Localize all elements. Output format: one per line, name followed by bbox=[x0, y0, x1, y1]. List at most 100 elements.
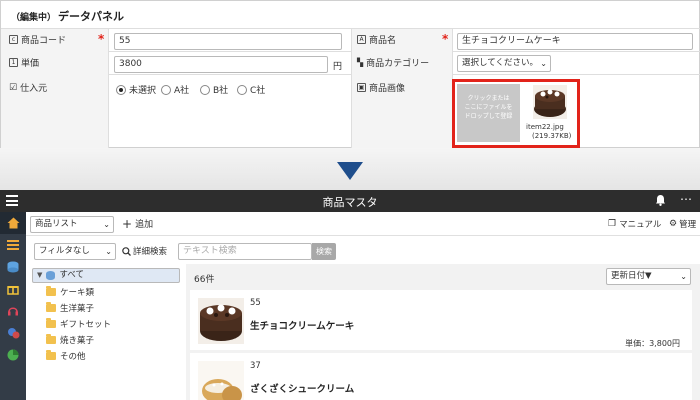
database-icon bbox=[46, 271, 56, 280]
users-icon[interactable] bbox=[0, 322, 26, 344]
tree-label: ケーキ類 bbox=[60, 287, 95, 298]
folder-icon bbox=[46, 333, 56, 344]
radio-label: 未選択 bbox=[129, 86, 157, 96]
category-label: ▚ 商品カテゴリー bbox=[357, 58, 430, 69]
list-view-select[interactable]: 商品リスト ⌄ bbox=[30, 216, 114, 233]
category-tree: ▼ すべて ケーキ類 生洋菓子 ギフトセット 焼き菓子 その他 bbox=[32, 268, 182, 400]
gear-icon: ⚙ bbox=[669, 219, 678, 229]
sort-select[interactable]: 更新日付▼ ⌄ bbox=[606, 268, 691, 285]
filter-select[interactable]: フィルタなし ⌄ bbox=[34, 243, 116, 260]
app-window: 商品マスタ ⋯ 商品リスト ⌄ + 追加 ❐ マニュアル ⚙ 管理 フィルタなし… bbox=[0, 190, 700, 400]
detail-search-label: 詳細検索 bbox=[133, 247, 168, 257]
product-code-field[interactable]: 55 bbox=[114, 33, 342, 50]
bell-icon[interactable] bbox=[655, 194, 666, 209]
list-item[interactable]: 37 ざくざくシュークリーム bbox=[190, 353, 692, 400]
search-icon bbox=[122, 246, 131, 256]
panel-title-text: データパネル bbox=[58, 10, 125, 23]
required-mark: * bbox=[442, 32, 449, 46]
product-name: ざくざくシュークリーム bbox=[250, 384, 355, 395]
image-icon: ▣ bbox=[357, 83, 366, 92]
tree-label: 焼き菓子 bbox=[60, 335, 95, 346]
add-button[interactable]: + 追加 bbox=[122, 217, 154, 231]
supplier-radio-none[interactable]: 未選択 bbox=[116, 83, 156, 96]
manual-link[interactable]: ❐ マニュアル bbox=[608, 218, 661, 230]
detail-search-button[interactable]: 詳細検索 bbox=[122, 245, 167, 257]
database-icon[interactable] bbox=[0, 256, 26, 278]
tree-label: ギフトセット bbox=[60, 319, 112, 330]
app-title: 商品マスタ bbox=[322, 196, 378, 209]
radio-icon bbox=[161, 84, 171, 95]
product-code: 55 bbox=[250, 298, 261, 308]
product-code-label: c 商品コード bbox=[9, 33, 66, 46]
radio-label: C社 bbox=[250, 86, 266, 96]
gift-icon[interactable] bbox=[0, 278, 26, 300]
folder-icon bbox=[46, 301, 56, 312]
product-name: 生チョコクリームケーキ bbox=[250, 321, 355, 332]
category-icon: ▚ bbox=[357, 58, 364, 67]
required-mark: * bbox=[98, 32, 105, 46]
tree-label: すべて bbox=[59, 270, 84, 280]
chevron-down-icon: ⌄ bbox=[540, 59, 547, 68]
radio-icon bbox=[200, 84, 210, 95]
supplier-label: ☑ 仕入元 bbox=[9, 82, 48, 95]
pie-chart-icon[interactable] bbox=[0, 344, 26, 366]
transition-band bbox=[0, 148, 700, 192]
tree-item-pastry[interactable]: 生洋菓子 bbox=[46, 300, 94, 315]
unit-price-field[interactable]: 3800 bbox=[114, 56, 328, 73]
supplier-radio-c[interactable]: C社 bbox=[237, 83, 265, 96]
tree-label: その他 bbox=[60, 351, 86, 362]
search-button[interactable]: 検索 bbox=[312, 243, 336, 260]
data-panel: （編集中） データパネル c 商品コード * 55 A 商品名 * 生チョコクリームケ… bbox=[0, 0, 700, 148]
supplier-radio-a[interactable]: A社 bbox=[161, 83, 189, 96]
record-list: 66件 更新日付▼ ⌄ 55 生チョコクリームケーキ 単価：3,800円 37 … bbox=[186, 264, 700, 400]
folder-icon bbox=[46, 285, 56, 296]
tree-label: 生洋菓子 bbox=[60, 303, 95, 314]
list-icon[interactable] bbox=[0, 234, 26, 256]
product-thumbnail bbox=[198, 298, 244, 344]
add-label: 追加 bbox=[135, 220, 154, 230]
currency-unit: 円 bbox=[333, 62, 343, 72]
radio-label: B社 bbox=[213, 86, 229, 96]
list-view-value: 商品リスト bbox=[35, 219, 78, 229]
filter-value: フィルタなし bbox=[39, 246, 90, 256]
chevron-down-icon: ▼ bbox=[37, 271, 43, 279]
book-icon: ❐ bbox=[608, 219, 617, 229]
text-search-input[interactable]: テキスト検索 bbox=[178, 243, 312, 260]
product-name-label: A 商品名 bbox=[357, 33, 396, 46]
highlight-box bbox=[452, 79, 580, 148]
chevron-down-icon: ⌄ bbox=[105, 247, 112, 256]
category-select[interactable]: 選択してください。 ⌄ bbox=[457, 55, 551, 72]
supplier-radio-b[interactable]: B社 bbox=[200, 83, 228, 96]
product-price: 単価：3,800円 bbox=[625, 339, 680, 348]
sort-value: 更新日付▼ bbox=[611, 271, 652, 281]
headset-icon[interactable] bbox=[0, 300, 26, 322]
chevron-down-icon: ⌄ bbox=[103, 220, 110, 229]
category-select-value: 選択してください。 bbox=[462, 58, 538, 68]
product-name-field[interactable]: 生チョコクリームケーキ bbox=[457, 33, 693, 50]
app-titlebar: 商品マスタ ⋯ bbox=[0, 190, 700, 212]
edit-status: （編集中） bbox=[11, 13, 57, 23]
code-icon: c bbox=[9, 35, 18, 44]
more-icon[interactable]: ⋯ bbox=[680, 192, 693, 206]
manual-label: マニュアル bbox=[619, 220, 662, 230]
checkbox-icon: ☑ bbox=[9, 82, 18, 93]
tree-item-cake[interactable]: ケーキ類 bbox=[46, 284, 94, 299]
record-count: 66件 bbox=[194, 275, 215, 285]
list-item[interactable]: 55 生チョコクリームケーキ 単価：3,800円 bbox=[190, 290, 692, 350]
panel-title: （編集中） データパネル bbox=[11, 8, 124, 24]
product-image-label: ▣ 商品画像 bbox=[357, 83, 406, 94]
tree-item-other[interactable]: その他 bbox=[46, 348, 86, 363]
tree-item-gift[interactable]: ギフトセット bbox=[46, 316, 111, 331]
admin-link[interactable]: ⚙ 管理 bbox=[669, 218, 696, 230]
radio-label: A社 bbox=[174, 86, 190, 96]
tree-root[interactable]: ▼ すべて bbox=[32, 268, 180, 283]
number-icon: 1 bbox=[9, 58, 18, 67]
admin-label: 管理 bbox=[679, 220, 697, 230]
chevron-down-icon: ⌄ bbox=[680, 272, 687, 281]
unit-price-label: 1 単価 bbox=[9, 56, 39, 69]
main-toolbar: 商品リスト ⌄ + 追加 ❐ マニュアル ⚙ 管理 bbox=[26, 212, 700, 236]
tree-item-baked[interactable]: 焼き菓子 bbox=[46, 332, 94, 347]
side-navigation bbox=[0, 212, 26, 400]
home-icon[interactable] bbox=[0, 212, 26, 234]
product-code: 37 bbox=[250, 361, 261, 371]
